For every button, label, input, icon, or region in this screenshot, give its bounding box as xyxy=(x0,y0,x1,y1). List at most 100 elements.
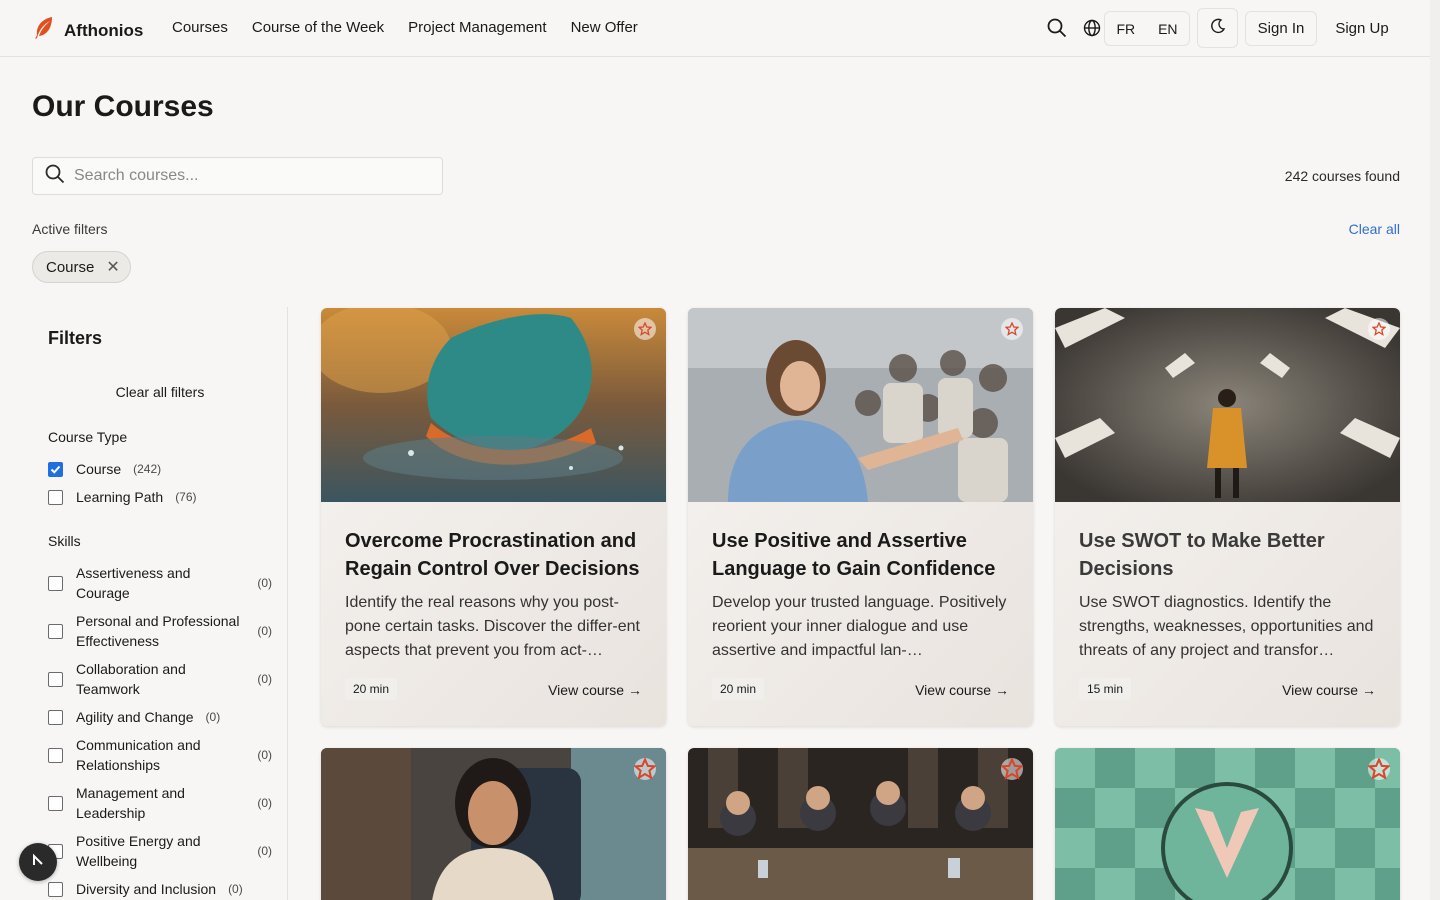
star-icon[interactable] xyxy=(1368,318,1390,340)
option-label: Management and Leadership xyxy=(76,785,185,821)
nav-courses[interactable]: Courses xyxy=(172,19,228,36)
lang-en-button[interactable]: EN xyxy=(1158,21,1177,37)
filter-option-skill[interactable]: Positive Energy and Wellbeing (0) xyxy=(48,831,272,871)
clear-all-link[interactable]: Clear all xyxy=(1349,221,1400,237)
page-scrollbar[interactable] xyxy=(1430,0,1440,900)
skills-title: Skills xyxy=(48,533,81,549)
filter-option-learning-path[interactable]: Learning Path (76) xyxy=(48,487,272,507)
main-nav: Courses Course of the Week Project Manag… xyxy=(172,19,638,36)
checkbox[interactable] xyxy=(48,623,63,639)
view-course-link[interactable]: View course → xyxy=(548,682,642,698)
duration-badge: 20 min xyxy=(345,678,398,700)
results-count: 242 courses found xyxy=(1284,168,1400,184)
search-icon[interactable] xyxy=(1046,17,1068,39)
chip-label: Course xyxy=(46,258,95,276)
nav-project-management[interactable]: Project Management xyxy=(408,19,546,36)
option-count: (242) xyxy=(133,462,162,476)
course-card[interactable]: Use Positive and Assertive Language to G… xyxy=(688,308,1033,726)
arrow-up-icon xyxy=(31,853,45,872)
checkbox[interactable] xyxy=(48,881,63,897)
checkbox[interactable] xyxy=(48,795,63,811)
option-label: Positive Energy and Wellbeing xyxy=(76,833,201,869)
nav-new-offer[interactable]: New Offer xyxy=(571,19,638,36)
course-image xyxy=(688,308,1033,502)
option-label: Collaboration and Teamwork xyxy=(76,661,186,697)
course-image xyxy=(688,748,1033,900)
filter-option-skill[interactable]: Communication and Relationships (0) xyxy=(48,735,272,775)
logo-leaf-icon xyxy=(34,16,54,45)
star-icon[interactable] xyxy=(1001,758,1023,780)
checkbox[interactable] xyxy=(48,489,63,505)
view-course-link[interactable]: View course → xyxy=(915,682,1009,698)
option-count: (0) xyxy=(257,576,272,590)
option-label: Diversity and Inclusion xyxy=(76,881,217,897)
moon-icon xyxy=(1210,18,1226,39)
filter-option-skill[interactable]: Diversity and Inclusion (0) xyxy=(48,879,272,899)
filter-option-skill[interactable]: Personal and Professional Effectiveness … xyxy=(48,611,272,651)
duration-badge: 20 min xyxy=(712,678,765,700)
option-count: (76) xyxy=(175,490,197,504)
top-header: Afthonios Courses Course of the Week Pro… xyxy=(0,0,1430,57)
filters-sidebar: Filters Clear all filters Course Type Co… xyxy=(32,307,288,900)
sign-up-button[interactable]: Sign Up xyxy=(1324,11,1400,46)
view-course-link[interactable]: View course → xyxy=(1282,682,1376,698)
filter-chip-course[interactable]: Course ✕ xyxy=(32,251,131,283)
star-icon[interactable] xyxy=(1368,758,1390,780)
course-description: Develop your trusted language. Positivel… xyxy=(712,594,1007,659)
option-label: Learning Path xyxy=(76,489,164,505)
checkbox[interactable] xyxy=(48,575,63,591)
course-card[interactable]: Use SWOT to Make Better Decisions Use SW… xyxy=(1055,308,1400,726)
logo[interactable]: Afthonios xyxy=(34,16,143,45)
theme-toggle-button[interactable] xyxy=(1197,8,1238,48)
course-card[interactable] xyxy=(321,748,666,900)
course-title[interactable]: Use Positive and Assertive Language to G… xyxy=(712,527,1012,583)
course-image xyxy=(1055,748,1400,900)
search-icon xyxy=(33,164,65,189)
course-title[interactable]: Overcome Procrastination and Regain Cont… xyxy=(345,527,645,583)
star-icon[interactable] xyxy=(1001,318,1023,340)
search-input[interactable] xyxy=(74,167,414,185)
option-label: Assertiveness and Courage xyxy=(76,565,191,601)
course-card[interactable] xyxy=(1055,748,1400,900)
checkbox[interactable] xyxy=(48,671,63,687)
filter-option-skill[interactable]: Agility and Change (0) xyxy=(48,707,272,727)
course-image xyxy=(1055,308,1400,502)
checkbox[interactable] xyxy=(48,747,63,763)
option-count: (0) xyxy=(257,672,272,686)
option-count: (0) xyxy=(257,748,272,762)
option-count: (0) xyxy=(205,710,221,724)
nav-course-of-the-week[interactable]: Course of the Week xyxy=(252,19,384,36)
sign-in-button[interactable]: Sign In xyxy=(1245,11,1317,46)
course-description: Identify the real reasons why you post-p… xyxy=(345,594,640,659)
option-count: (0) xyxy=(257,796,272,810)
course-title[interactable]: Use SWOT to Make Better Decisions xyxy=(1079,527,1379,583)
option-count: (0) xyxy=(228,882,243,896)
star-icon[interactable] xyxy=(634,758,656,780)
option-label: Agility and Change xyxy=(76,709,194,725)
checkbox-checked[interactable] xyxy=(48,461,63,477)
filter-option-skill[interactable]: Collaboration and Teamwork (0) xyxy=(48,659,272,699)
course-description: Use SWOT diagnostics. Identify the stren… xyxy=(1079,594,1374,659)
brand-name: Afthonios xyxy=(64,20,144,40)
filter-option-skill[interactable]: Management and Leadership (0) xyxy=(48,783,272,823)
duration-badge: 15 min xyxy=(1079,678,1132,700)
course-image xyxy=(321,748,666,900)
filter-option-skill[interactable]: Assertiveness and Courage (0) xyxy=(48,563,272,603)
option-label: Personal and Professional Effectiveness xyxy=(76,613,240,649)
course-card[interactable] xyxy=(688,748,1033,900)
globe-icon[interactable] xyxy=(1081,17,1103,39)
star-icon[interactable] xyxy=(634,318,656,340)
option-count: (0) xyxy=(257,844,272,858)
filter-option-course[interactable]: Course (242) xyxy=(48,459,272,479)
course-type-title: Course Type xyxy=(48,429,128,445)
close-icon[interactable]: ✕ xyxy=(106,257,119,277)
scroll-to-top-button[interactable] xyxy=(19,843,57,881)
clear-all-filters-button[interactable]: Clear all filters xyxy=(32,384,288,400)
course-image xyxy=(321,308,666,502)
lang-fr-button[interactable]: FR xyxy=(1116,21,1135,37)
option-count: (0) xyxy=(257,624,272,638)
checkbox[interactable] xyxy=(48,709,63,725)
course-card[interactable]: Overcome Procrastination and Regain Cont… xyxy=(321,308,666,726)
active-filters-label: Active filters xyxy=(32,221,108,237)
filters-title: Filters xyxy=(48,328,103,348)
